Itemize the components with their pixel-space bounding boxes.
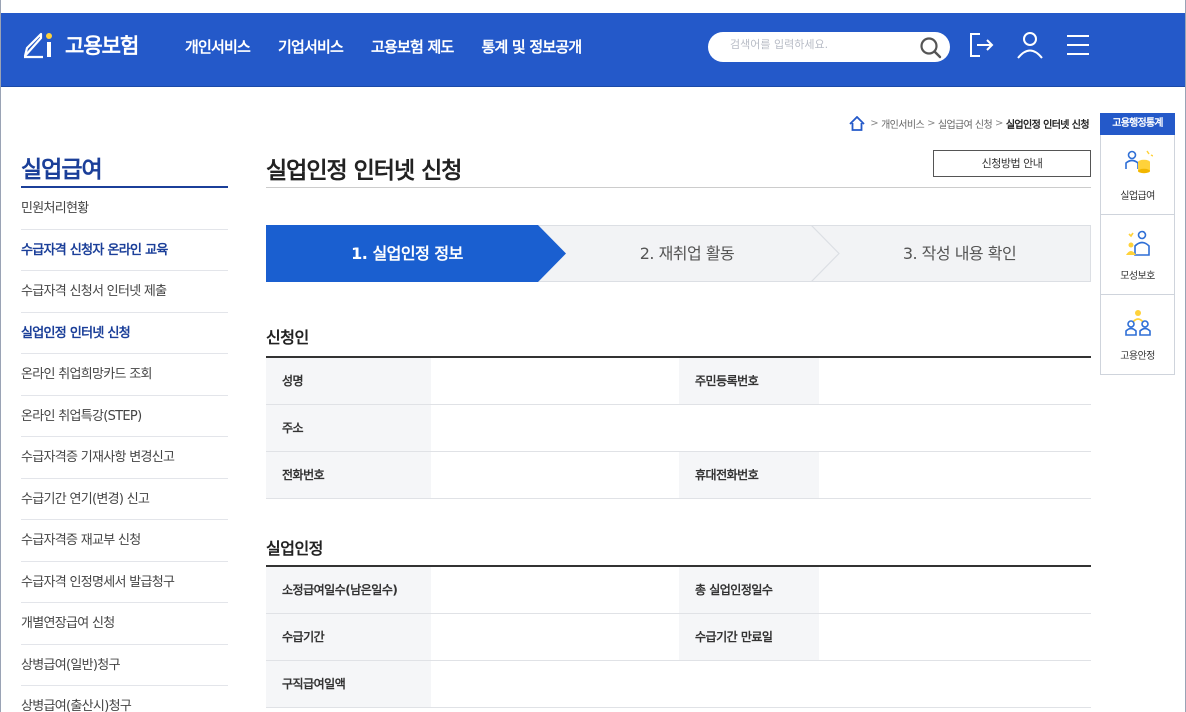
label-address: 주소 xyxy=(266,405,431,451)
quick-item-label: 고용안정 xyxy=(1120,351,1155,362)
step-indicator: 1. 실업인정 정보 2. 재취업 활동 3. 작성 내용 확인 xyxy=(266,225,1091,282)
sidebar-item-step[interactable]: 온라인 취업특강(STEP) xyxy=(21,396,228,437)
sidebar-item-period-extension[interactable]: 수급기간 연기(변경) 신고 xyxy=(21,479,228,520)
form-row: 성명 주민등록번호 xyxy=(266,358,1091,405)
nav-insurance-system[interactable]: 고용보험 제도 xyxy=(371,36,454,57)
value-total-recognition-days xyxy=(819,567,1091,613)
sidebar-item-unemployment-recognition[interactable]: 실업인정 인터넷 신청 xyxy=(21,313,228,354)
logo-icon xyxy=(23,32,52,59)
sidebar-item-status[interactable]: 민원처리현황 xyxy=(21,188,228,230)
sidebar-item-job-card[interactable]: 온라인 취업희망카드 조회 xyxy=(21,354,228,396)
label-period-expiry: 수급기간 만료일 xyxy=(679,614,819,660)
page-frame: 고용보험 개인서비스 기업서비스 고용보험 제도 통계 및 정보공개 검색어를 … xyxy=(0,0,1186,712)
main-nav: 개인서비스 기업서비스 고용보험 제도 통계 및 정보공개 xyxy=(185,36,609,57)
sidebar-item-sickness-childbirth[interactable]: 상병급여(출산시)청구 xyxy=(21,686,228,712)
label-benefit-days: 소정급여일수(남은일수) xyxy=(266,567,431,613)
sidebar-item-reissue[interactable]: 수급자격증 재교부 신청 xyxy=(21,520,228,562)
form-row: 전화번호 휴대전화번호 xyxy=(266,452,1091,499)
label-mobile: 휴대전화번호 xyxy=(679,452,819,498)
sidebar-title: 실업급여 xyxy=(21,157,103,183)
value-resident-number xyxy=(819,358,1091,404)
group-people-icon xyxy=(1124,310,1151,336)
step-2: 2. 재취업 활동 xyxy=(639,244,735,263)
menu-icon[interactable] xyxy=(1063,30,1093,60)
sidebar-item-application-submit[interactable]: 수급자격 신청서 인터넷 제출 xyxy=(21,271,228,313)
search-box xyxy=(708,32,950,62)
quick-item-maternity[interactable]: 모성보호 xyxy=(1100,215,1175,295)
value-benefit-period xyxy=(431,614,679,660)
site-logo[interactable]: 고용보험 xyxy=(21,30,139,60)
sidebar-item-online-education[interactable]: 수급자격 신청자 온라인 교육 xyxy=(21,230,228,271)
value-benefit-days xyxy=(431,567,679,613)
sidebar-menu: 민원처리현황 수급자격 신청자 온라인 교육 수급자격 신청서 인터넷 제출 실… xyxy=(21,188,228,712)
value-mobile xyxy=(819,452,1091,498)
breadcrumb-item-unemployment[interactable]: 실업급여 신청 xyxy=(938,116,993,131)
nav-personal-service[interactable]: 개인서비스 xyxy=(185,36,251,57)
value-period-expiry xyxy=(819,614,1091,660)
label-resident-number: 주민등록번호 xyxy=(679,358,819,404)
top-header: 고용보험 개인서비스 기업서비스 고용보험 제도 통계 및 정보공개 xyxy=(1,0,1185,87)
breadcrumb-item-personal[interactable]: 개인서비스 xyxy=(881,116,925,131)
value-daily-benefit xyxy=(431,661,1091,707)
home-icon[interactable] xyxy=(849,116,865,131)
value-name xyxy=(431,358,679,404)
quick-item-employment-stability[interactable]: 고용안정 xyxy=(1100,295,1175,375)
guide-button[interactable]: 신청방법 안내 xyxy=(933,150,1091,177)
value-address xyxy=(431,405,1091,451)
user-icon[interactable] xyxy=(1015,30,1045,60)
value-phone xyxy=(431,452,679,498)
quick-item-label: 실업급여 xyxy=(1120,191,1155,202)
step-1: 1. 실업인정 정보 xyxy=(351,244,463,263)
sidebar-item-change-report[interactable]: 수급자격증 기재사항 변경신고 xyxy=(21,437,228,479)
quick-menu-title[interactable]: 고용행정통계 xyxy=(1100,113,1175,135)
quick-item-unemployment[interactable]: 실업급여 xyxy=(1100,135,1175,215)
step-3: 3. 작성 내용 확인 xyxy=(902,244,1017,263)
mother-child-icon xyxy=(1125,230,1150,256)
search-input[interactable] xyxy=(730,38,900,51)
quick-item-label: 모성보호 xyxy=(1120,271,1155,282)
logo-text: 고용보험 xyxy=(65,34,139,58)
section-title-applicant: 신청인 xyxy=(266,328,309,347)
title-divider xyxy=(266,187,1091,188)
sidebar-item-extended-benefit[interactable]: 개별연장급여 신청 xyxy=(21,603,228,645)
nav-company-service[interactable]: 기업서비스 xyxy=(278,36,344,57)
breadcrumb: > 개인서비스 > 실업급여 신청 > 실업인정 인터넷 신청 xyxy=(849,116,1090,131)
form-row: 주소 xyxy=(266,405,1091,452)
label-daily-benefit: 구직급여일액 xyxy=(266,661,431,707)
section-title-recognition: 실업인정 xyxy=(266,539,323,558)
breadcrumb-current: 실업인정 인터넷 신청 xyxy=(1005,120,1090,131)
page-title: 실업인정 인터넷 신청 xyxy=(266,158,462,184)
nav-statistics[interactable]: 통계 및 정보공개 xyxy=(481,36,582,57)
form-row: 수급기간 수급기간 만료일 xyxy=(266,614,1091,661)
quick-menu: 고용행정통계 실업급여 모성보호 고용안정 xyxy=(1100,113,1175,375)
label-benefit-period: 수급기간 xyxy=(266,614,431,660)
search-icon[interactable] xyxy=(918,35,944,59)
form-row: 구직급여일액 xyxy=(266,661,1091,708)
logout-icon[interactable] xyxy=(967,30,997,60)
label-phone: 전화번호 xyxy=(266,452,431,498)
coins-person-icon xyxy=(1124,150,1153,174)
label-total-recognition-days: 총 실업인정일수 xyxy=(679,567,819,613)
sidebar-item-certificate[interactable]: 수급자격 인정명세서 발급청구 xyxy=(21,562,228,603)
form-row: 소정급여일수(남은일수) 총 실업인정일수 xyxy=(266,567,1091,614)
label-name: 성명 xyxy=(266,358,431,404)
sidebar-item-sickness-general[interactable]: 상병급여(일반)청구 xyxy=(21,645,228,686)
